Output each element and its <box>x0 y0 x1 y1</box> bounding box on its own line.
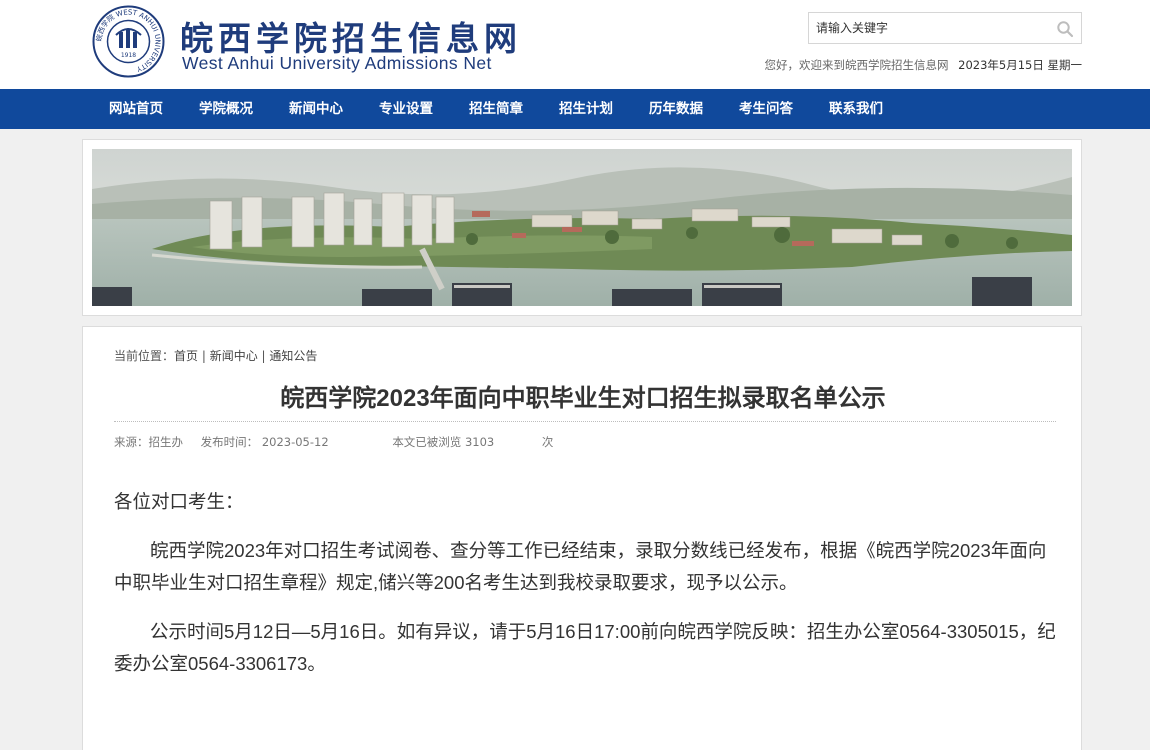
publish-date: 2023-05-12 <box>261 435 329 449</box>
banner-frame <box>82 139 1082 316</box>
breadcrumb-separator: | <box>257 349 270 363</box>
main-nav: 网站首页 学院概况 新闻中心 专业设置 招生简章 招生计划 历年数据 考生问答 … <box>0 89 1150 129</box>
search-input[interactable] <box>809 13 1049 43</box>
article-body: 各位对口考生： 皖西学院2023年对口招生考试阅卷、查分等工作已经结束，录取分数… <box>114 486 1059 697</box>
search-box <box>808 12 1082 44</box>
site-title-en[interactable]: West Anhui University Admissions Net <box>182 53 492 74</box>
site-header: 皖西学院 WEST ANHUI UNIVERSITY 1918 皖西学院招生信息… <box>0 0 1150 89</box>
publish-label: 发布时间： <box>200 435 259 449</box>
svg-text:1918: 1918 <box>121 52 136 59</box>
nav-item-majors[interactable]: 专业设置 <box>379 89 433 129</box>
nav-item-plan[interactable]: 招生计划 <box>559 89 613 129</box>
campus-banner-image <box>92 149 1072 306</box>
nav-item-contact[interactable]: 联系我们 <box>829 89 883 129</box>
welcome-text: 您好，欢迎来到皖西学院招生信息网 2023年5月15日 星期一 <box>764 57 1082 73</box>
breadcrumb: 当前位置：首页 | 新闻中心 | 通知公告 <box>114 347 317 364</box>
article-meta: 来源：招生办 发布时间： 2023-05-12 本文已被浏览 3103 次 <box>114 434 553 450</box>
view-count: 本文已被浏览 3103 <box>392 435 495 449</box>
breadcrumb-home[interactable]: 首页 <box>174 349 198 363</box>
current-date: 2023年5月15日 星期一 <box>958 58 1082 72</box>
nav-item-history[interactable]: 历年数据 <box>649 89 703 129</box>
university-seal-logo[interactable]: 皖西学院 WEST ANHUI UNIVERSITY 1918 <box>92 5 165 78</box>
greeting-message: 您好，欢迎来到皖西学院招生信息网 <box>764 58 949 72</box>
article-panel: 当前位置：首页 | 新闻中心 | 通知公告 皖西学院2023年面向中职毕业生对口… <box>82 326 1082 750</box>
salutation: 各位对口考生： <box>114 491 244 512</box>
breadcrumb-news[interactable]: 新闻中心 <box>210 349 258 363</box>
body-paragraph: 公示时间5月12日—5月16日。如有异议，请于5月16日17:00前向皖西学院反… <box>114 621 1056 674</box>
article-title: 皖西学院2023年面向中职毕业生对口招生拟录取名单公示 <box>280 385 886 412</box>
breadcrumb-prefix: 当前位置： <box>114 349 175 363</box>
nav-item-about[interactable]: 学院概况 <box>199 89 253 129</box>
view-count-unit: 次 <box>541 435 554 449</box>
title-divider <box>114 421 1056 422</box>
nav-item-brochure[interactable]: 招生简章 <box>469 89 523 129</box>
nav-item-news[interactable]: 新闻中心 <box>289 89 343 129</box>
body-paragraph: 皖西学院2023年对口招生考试阅卷、查分等工作已经结束，录取分数线已经发布，根据… <box>114 540 1047 593</box>
breadcrumb-separator: | <box>198 349 210 363</box>
breadcrumb-notice[interactable]: 通知公告 <box>269 349 317 363</box>
search-icon[interactable] <box>1056 20 1074 38</box>
nav-item-faq[interactable]: 考生问答 <box>739 89 793 129</box>
nav-item-home[interactable]: 网站首页 <box>109 89 163 129</box>
article-source: 来源：招生办 <box>114 435 183 449</box>
